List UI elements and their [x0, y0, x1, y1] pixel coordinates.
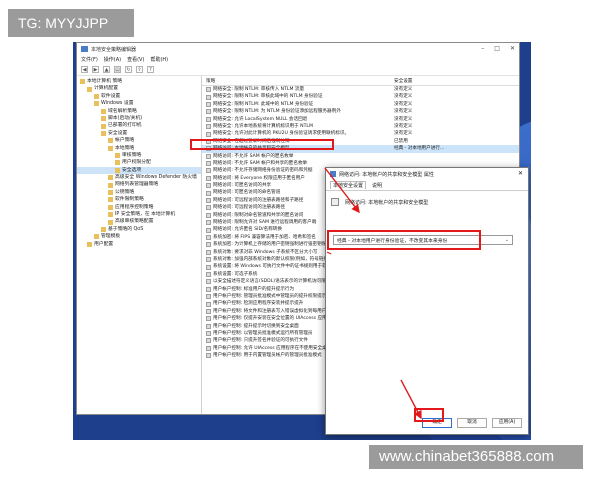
red-annotation-arrows	[324, 167, 422, 420]
tg-overlay-label: TG: MYYJJPP	[8, 9, 134, 37]
arrow-to-select	[324, 167, 360, 214]
arrow-stroke	[326, 251, 332, 255]
website-watermark: www.chinabet365888.com	[369, 445, 583, 469]
screenshot-area: 本地安全策略编辑器 – □ ✕ 文件(F) 操作(A) 查看(V) 帮助(H) ◀ ▶ ▲…	[73, 42, 531, 440]
arrow-to-ok	[400, 379, 422, 420]
